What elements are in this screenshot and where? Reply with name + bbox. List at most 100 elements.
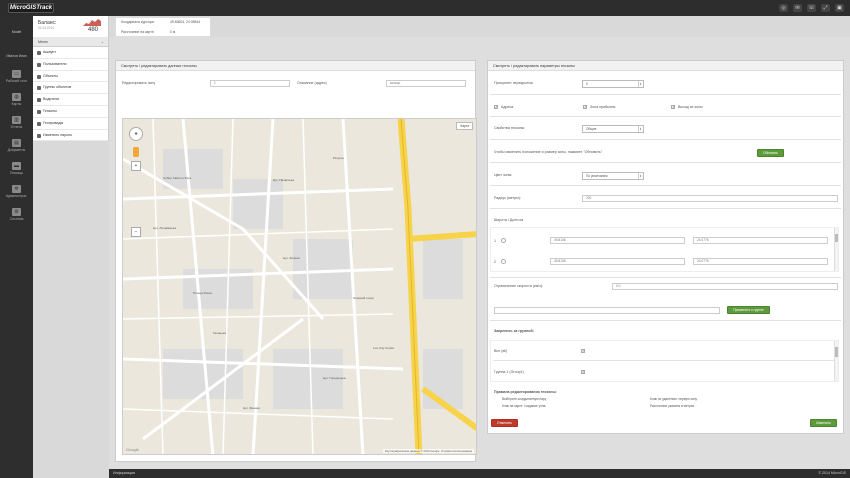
map-label: вул. Личаківська: [153, 226, 176, 230]
lat-input[interactable]: 49.8136: [550, 258, 685, 265]
sidebar-item[interactable]: ▥ Отчеты: [0, 114, 33, 136]
divider: [490, 320, 841, 321]
rule-item: Выберите координатную пару: [502, 397, 547, 401]
map-view[interactable]: вул. Пекарська вул. Личаківська вул. Зелен…: [122, 118, 477, 455]
arrival-checkbox[interactable]: ✓: [583, 105, 587, 109]
group-1-checkbox[interactable]: ✓: [581, 370, 585, 374]
sidebar-item[interactable]: ▭ Рабочий стол: [0, 68, 33, 90]
lng-input[interactable]: 24.0776: [693, 237, 828, 244]
map-label: вул. Городоцька: [323, 376, 346, 380]
speed-input[interactable]: 0.0: [612, 283, 838, 290]
footer-info[interactable]: Информация: [113, 469, 135, 478]
rule-item: Клик на карте: создание узла.: [502, 404, 547, 408]
menu-item[interactable]: Группы объектов: [33, 82, 108, 95]
sidebar-item-label: Отчеты: [10, 125, 23, 129]
latlng-label: Широта / Долгота: [494, 218, 524, 222]
apply-to-group-button[interactable]: Применить к группе: [727, 306, 770, 314]
radius-input[interactable]: 200: [582, 195, 838, 202]
sidebar-item[interactable]: ◍ Карты: [0, 91, 33, 113]
rule-item: Расстояние указаны в метрах.: [650, 404, 695, 408]
menu-item[interactable]: Водители: [33, 94, 108, 106]
sidebar-user-name[interactable]: Иванов Иван: [0, 54, 33, 58]
sidebar-item[interactable]: ✲ Администрат.: [0, 183, 33, 205]
color-value: По умолчанию: [586, 174, 608, 178]
footer-copyright: © 2014 MicroGIS: [818, 471, 846, 475]
group-apply-input[interactable]: [494, 307, 720, 314]
top-bar: MicroGISTrack ◎ ✉ ☏ ⤢ ▣: [0, 0, 850, 16]
map-terms-link[interactable]: Условия использования: [441, 449, 472, 453]
menu-item[interactable]: Изменить пароль: [33, 130, 108, 142]
radius-label: Радиус (метры):: [494, 196, 521, 200]
map-type-select[interactable]: Карта: [456, 122, 473, 130]
props-select[interactable]: Общие ⇕: [582, 125, 644, 133]
lock-icon[interactable]: ▣: [835, 4, 844, 12]
cancel-button[interactable]: Отменить: [491, 419, 518, 427]
divider: [493, 360, 836, 361]
groups-scrollbar[interactable]: [834, 341, 838, 381]
menu-header-label: Меню: [38, 40, 48, 44]
spinner-icon: ⇕: [638, 173, 642, 179]
zone-input[interactable]: 1: [210, 80, 290, 87]
balance-date: 01.04.2014: [38, 26, 54, 30]
map-canvas[interactable]: вул. Пекарська вул. Личаківська вул. Зелен…: [123, 119, 477, 455]
geozone-data-panel: Смотреть / редактировать данные геозоны …: [115, 60, 477, 462]
menu-item-icon: [37, 109, 41, 114]
scroll-thumb[interactable]: [835, 234, 838, 242]
priority-select[interactable]: 0 ⇕: [582, 80, 644, 88]
distance-label: Расстояние на карте:: [121, 30, 155, 34]
zoom-out-button[interactable]: −: [131, 227, 141, 237]
divider: [490, 162, 841, 163]
sidebar-item[interactable]: ▬ Помощь: [0, 160, 33, 182]
menu-item[interactable]: Объекты: [33, 71, 108, 83]
message-icon[interactable]: ✉: [793, 4, 802, 12]
map-label: вул. Франка: [243, 406, 260, 410]
distance-value: 0 м: [170, 30, 176, 34]
balance-widget: Баланс: 01.04.2014 480: [33, 16, 109, 37]
sidebar-item-label: Рабочий стол: [5, 79, 28, 83]
point-radio[interactable]: [501, 259, 506, 264]
point-radio[interactable]: [501, 238, 506, 243]
exit-checkbox[interactable]: ✓: [671, 105, 675, 109]
side-menu: Меню ⌄ Аккаунт Пользователи Объекты Группы …: [33, 37, 109, 142]
geozone-params-panel: Смотреть / редактировать параметры геозо…: [487, 60, 844, 434]
map-label: Площа Ринок: [193, 291, 213, 295]
sidebar-item[interactable]: ⚙ Система: [0, 206, 33, 228]
sidebar-user-top: Model: [11, 30, 22, 34]
group-all-checkbox[interactable]: ✓: [581, 349, 585, 353]
map-label: Lviv City Center: [373, 346, 394, 350]
sidebar-item-label: Карты: [11, 102, 22, 106]
menu-item[interactable]: Геопровады: [33, 118, 108, 130]
cursor-coords-label: Координаты курсора:: [121, 20, 155, 24]
latlng-scrollbar[interactable]: [834, 228, 838, 271]
phone-icon[interactable]: ☏: [807, 4, 816, 12]
lng-input[interactable]: 24.0776: [693, 258, 828, 265]
menu-item[interactable]: Геозоны: [33, 106, 108, 118]
point-number: 2: [494, 260, 496, 264]
settings-icon[interactable]: ◎: [779, 4, 788, 12]
desc-input[interactable]: кольцо: [386, 80, 466, 87]
menu-item-icon: [37, 74, 41, 79]
map-label: Ратуша: [333, 156, 344, 160]
color-select[interactable]: По умолчанию ⇕: [582, 172, 644, 180]
chart-icon: ▥: [12, 116, 21, 124]
refresh-hint: Чтобы изменить положение и размер зоны, …: [494, 150, 604, 154]
refresh-button[interactable]: Обновить: [757, 149, 784, 157]
lat-input[interactable]: 49.8136: [550, 237, 685, 244]
scroll-thumb[interactable]: [835, 347, 838, 357]
map-attribution: Картографические данные © 2014 Google Ус…: [382, 449, 474, 453]
sidebar: Model Иванов Иван ▭ Рабочий стол ◍ Карты ▥ От…: [0, 16, 33, 478]
save-button[interactable]: Изменить: [810, 419, 837, 427]
zoom-in-button[interactable]: +: [131, 161, 141, 171]
menu-header[interactable]: Меню ⌄: [33, 37, 108, 47]
menu-item-label: Аккаунт: [43, 50, 57, 54]
gear-icon: ✲: [12, 185, 21, 193]
menu-item[interactable]: Аккаунт: [33, 47, 108, 59]
content-area: Смотреть / редактировать данные геозоны …: [109, 37, 850, 469]
sidebar-item[interactable]: ▤ Документы: [0, 137, 33, 159]
pegman-icon[interactable]: [133, 147, 139, 157]
address-checkbox[interactable]: ✓: [494, 105, 498, 109]
menu-item[interactable]: Пользователи: [33, 59, 108, 71]
balance-sparkline: [83, 19, 101, 26]
map-pan-control[interactable]: ✥: [129, 127, 143, 141]
fullscreen-icon[interactable]: ⤢: [821, 4, 830, 12]
